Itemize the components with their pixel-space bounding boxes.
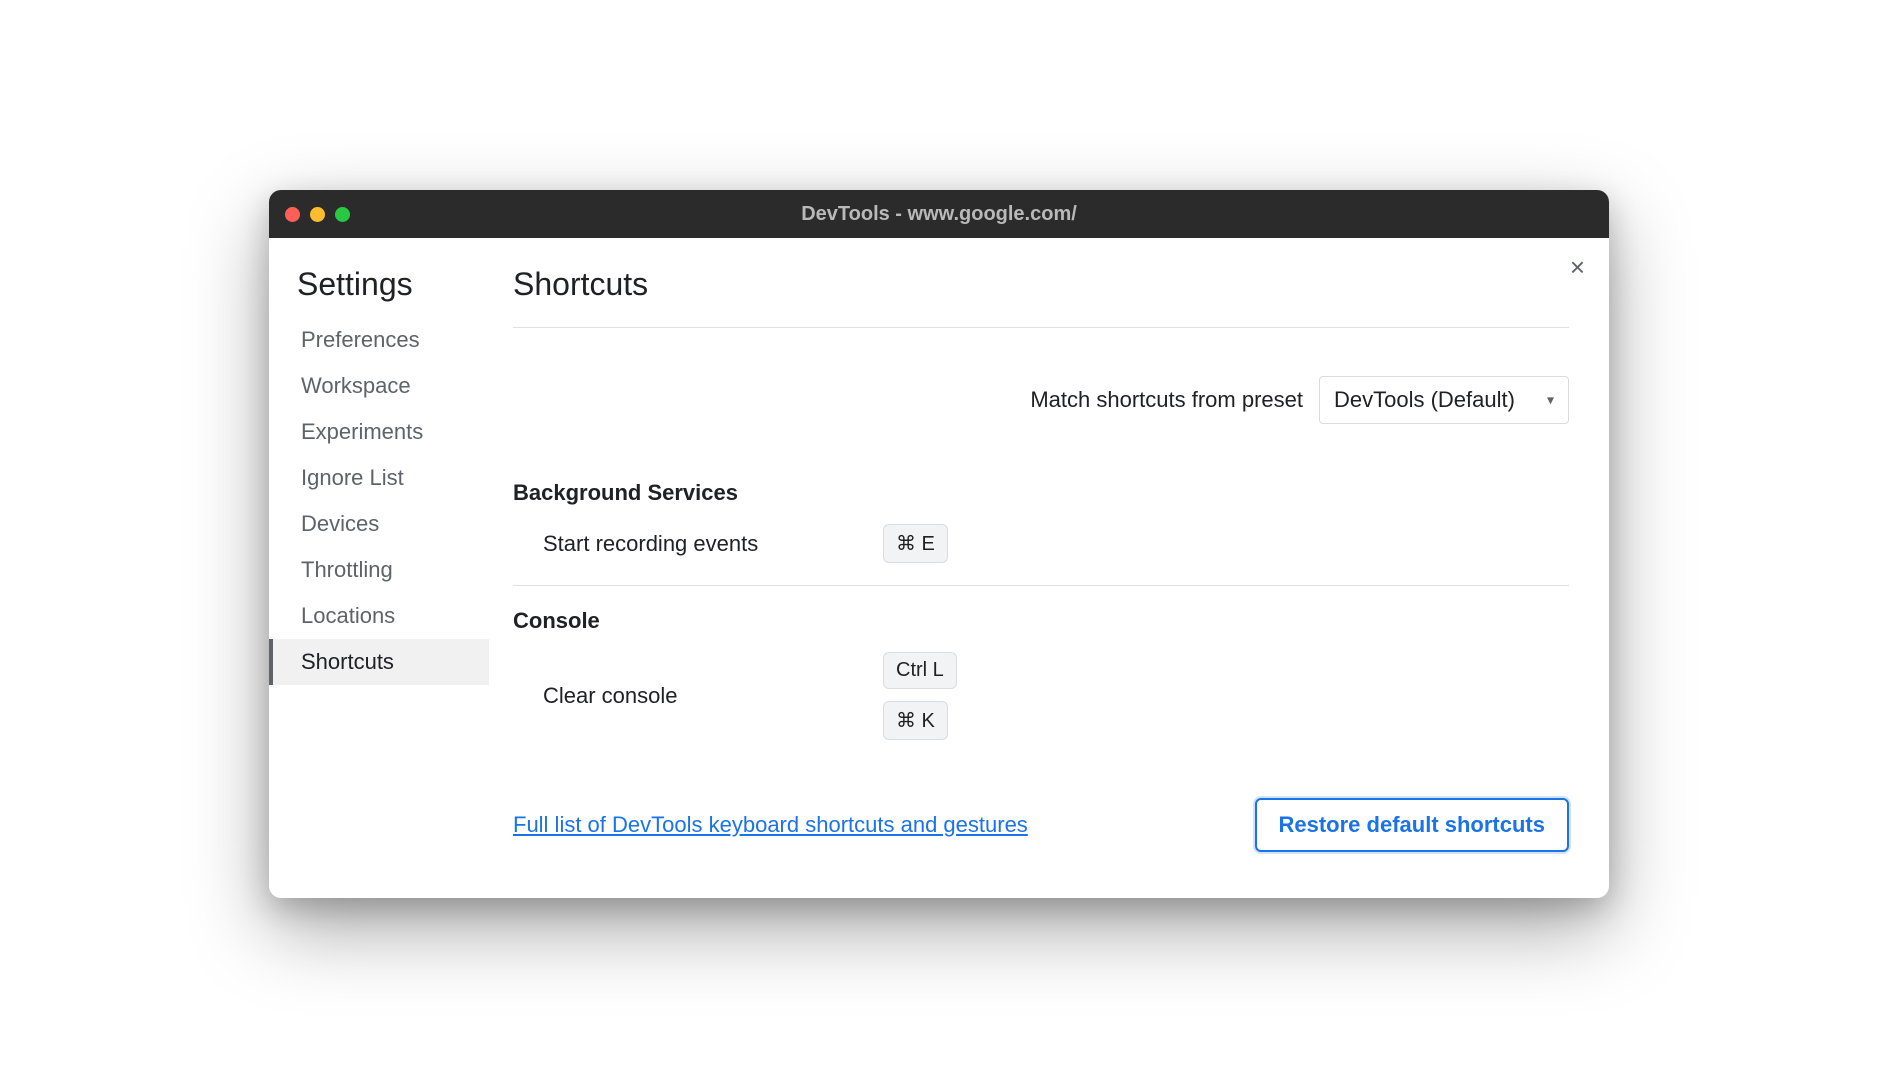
preset-select[interactable]: DevTools (Default) [1319,376,1569,424]
section-heading-console: Console [513,600,1569,648]
preset-label: Match shortcuts from preset [1030,387,1303,413]
sidebar: Settings Preferences Workspace Experimen… [269,238,489,898]
sidebar-item-preferences[interactable]: Preferences [269,317,489,363]
window-minimize-icon[interactable] [310,207,325,222]
shortcut-row: Start recording events ⌘ E [513,520,1569,581]
sidebar-item-shortcuts[interactable]: Shortcuts [269,639,489,685]
shortcut-keys: ⌘ E [883,524,948,563]
page-title: Shortcuts [513,266,1569,328]
key-badge: Ctrl L [883,652,957,689]
sidebar-item-devices[interactable]: Devices [269,501,489,547]
window-close-icon[interactable] [285,207,300,222]
section-divider [513,585,1569,586]
footer-row: Full list of DevTools keyboard shortcuts… [513,758,1569,852]
window-maximize-icon[interactable] [335,207,350,222]
close-icon[interactable]: × [1570,254,1585,280]
sidebar-item-experiments[interactable]: Experiments [269,409,489,455]
main-panel: Shortcuts Match shortcuts from preset De… [489,238,1609,898]
restore-default-shortcuts-button[interactable]: Restore default shortcuts [1255,798,1570,852]
shortcut-label: Start recording events [543,531,883,557]
shortcut-label: Clear console [543,683,883,709]
key-badge: ⌘ K [883,701,948,740]
content-area: × Settings Preferences Workspace Experim… [269,238,1609,898]
preset-select-value: DevTools (Default) [1334,387,1515,412]
sidebar-item-workspace[interactable]: Workspace [269,363,489,409]
key-badge: ⌘ E [883,524,948,563]
preset-row: Match shortcuts from preset DevTools (De… [513,328,1569,472]
shortcut-keys: Ctrl L ⌘ K [883,652,957,740]
sidebar-item-ignore-list[interactable]: Ignore List [269,455,489,501]
traffic-lights [285,207,350,222]
sidebar-item-throttling[interactable]: Throttling [269,547,489,593]
section-heading-background-services: Background Services [513,472,1569,520]
sidebar-title: Settings [269,266,489,317]
devtools-settings-window: DevTools - www.google.com/ × Settings Pr… [269,190,1609,898]
titlebar[interactable]: DevTools - www.google.com/ [269,190,1609,238]
shortcut-row: Clear console Ctrl L ⌘ K [513,648,1569,758]
sidebar-item-locations[interactable]: Locations [269,593,489,639]
full-list-link[interactable]: Full list of DevTools keyboard shortcuts… [513,812,1028,838]
window-title: DevTools - www.google.com/ [801,203,1077,226]
